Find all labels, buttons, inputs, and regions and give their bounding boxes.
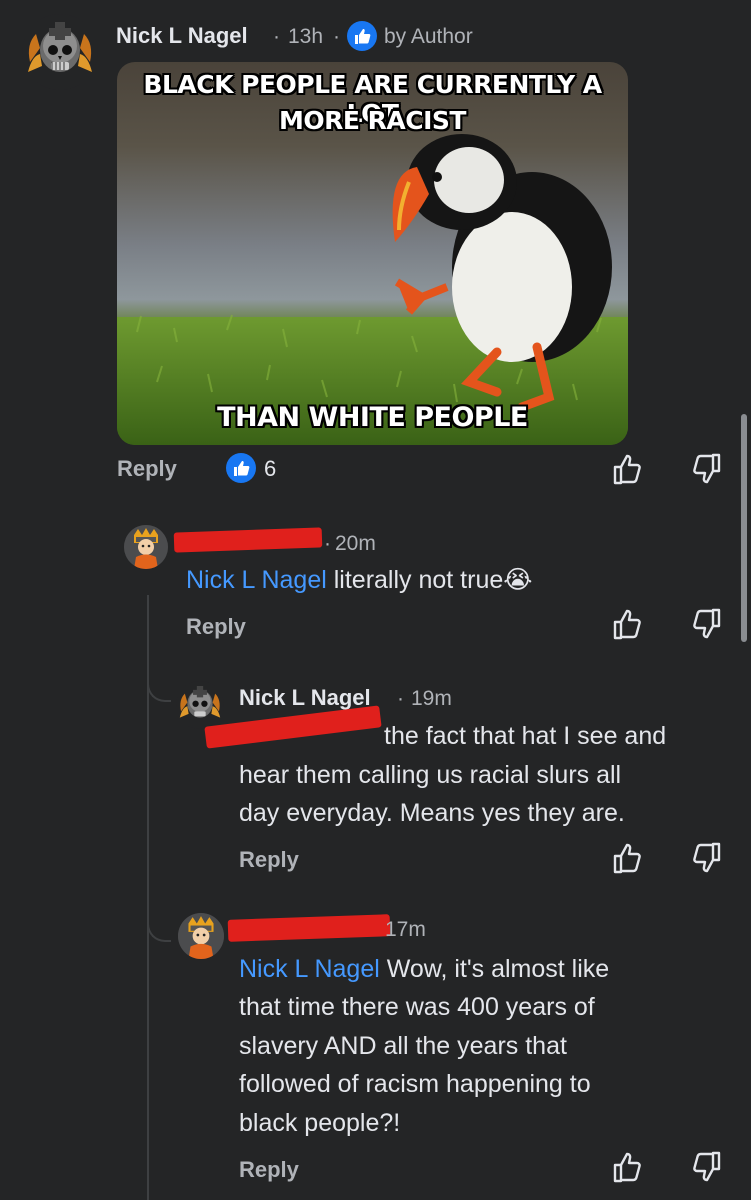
naruto-avatar-icon — [124, 525, 168, 569]
reply2-author[interactable]: Nick L Nagel — [239, 685, 371, 711]
reply1-avatar[interactable] — [124, 525, 168, 569]
thumbs-up-icon — [613, 609, 641, 640]
reply1-body: literally not true — [326, 566, 504, 594]
naruto-avatar-icon — [178, 913, 224, 959]
comment-timestamp[interactable]: 13h — [288, 25, 323, 49]
reply1-mention[interactable]: Nick L Nagel — [186, 566, 327, 594]
comment-separator: · — [273, 25, 280, 48]
thumbs-up-icon — [613, 454, 641, 485]
redacted-username-2 — [227, 914, 391, 942]
author-avatar[interactable] — [22, 14, 98, 90]
reply3-reply-button[interactable]: Reply — [239, 1157, 299, 1183]
reply2-separator: · — [397, 687, 404, 710]
scrollbar-thumb[interactable] — [741, 414, 747, 642]
reply2-text-line2: hear them calling us racial slurs all — [239, 761, 622, 789]
skull-avatar-icon — [28, 22, 92, 72]
meme-top-text-line2: MORE RACIST — [279, 106, 466, 135]
reply3-upvote-button[interactable] — [612, 1150, 642, 1184]
thumbs-down-icon — [693, 1151, 721, 1182]
reply3-timestamp[interactable]: 17m — [385, 918, 426, 942]
downvote-button[interactable] — [692, 452, 722, 486]
reply1-text: Nick L Nagel literally not true😭 — [186, 561, 532, 600]
reply3-mention[interactable]: Nick L Nagel — [239, 955, 380, 983]
reply3-text-line4: followed of racism happening to — [239, 1070, 591, 1098]
reply2-timestamp[interactable]: 19m — [411, 687, 452, 711]
thumbs-up-icon — [613, 1152, 641, 1183]
reply2-avatar[interactable] — [176, 681, 224, 729]
reply1-downvote-button[interactable] — [692, 607, 722, 641]
like-badge-icon — [234, 461, 250, 476]
reply-button[interactable]: Reply — [117, 456, 177, 482]
reply3-downvote-button[interactable] — [692, 1150, 722, 1184]
reply3-avatar[interactable] — [178, 913, 224, 959]
reply3-text-line1: Nick L Nagel Wow, it's almost like — [239, 950, 609, 989]
crying-emoji-icon: 😭 — [503, 566, 533, 594]
meme-bottom-text: THAN WHITE PEOPLE — [217, 402, 528, 433]
thumbs-up-icon — [613, 843, 641, 874]
thread-connector-reply2 — [147, 660, 171, 702]
reply1-separator: · — [324, 532, 331, 555]
comment-separator-2: · — [333, 25, 340, 48]
redacted-username — [173, 527, 323, 553]
skull-avatar-icon — [179, 686, 221, 718]
reply2-reply-button[interactable]: Reply — [239, 847, 299, 873]
thumbs-down-icon — [693, 608, 721, 639]
thumbs-down-icon — [693, 842, 721, 873]
reply3-text-line3: slavery AND all the years that — [239, 1032, 567, 1060]
reply1-timestamp[interactable]: 20m — [335, 532, 376, 556]
thread-connector-reply3 — [147, 900, 171, 942]
reply3-body-line1: Wow, it's almost like — [379, 955, 610, 983]
author-badge-icon — [347, 21, 377, 51]
reply3-text-line2: that time there was 400 years of — [239, 993, 595, 1021]
reply3-text-line5: black people?! — [239, 1109, 401, 1137]
reply2-upvote-button[interactable] — [612, 841, 642, 875]
meme-image[interactable]: BLACK PEOPLE ARE CURRENTLY A LOT MORE RA… — [117, 62, 628, 445]
reply2-downvote-button[interactable] — [692, 841, 722, 875]
reply1-upvote-button[interactable] — [612, 607, 642, 641]
upvote-button[interactable] — [612, 452, 642, 486]
like-count: 6 — [264, 456, 277, 481]
like-count-badge[interactable] — [226, 453, 256, 483]
reply2-text-line3: day everyday. Means yes they are. — [239, 799, 625, 827]
redacted-mention — [204, 705, 382, 749]
reply1-reply-button[interactable]: Reply — [186, 614, 246, 640]
thumbs-down-icon — [693, 453, 721, 484]
comment-author[interactable]: Nick L Nagel — [116, 23, 248, 49]
author-badge-label: by Author — [384, 25, 473, 48]
reply2-text-line1: the fact that hat I see and — [384, 722, 667, 750]
